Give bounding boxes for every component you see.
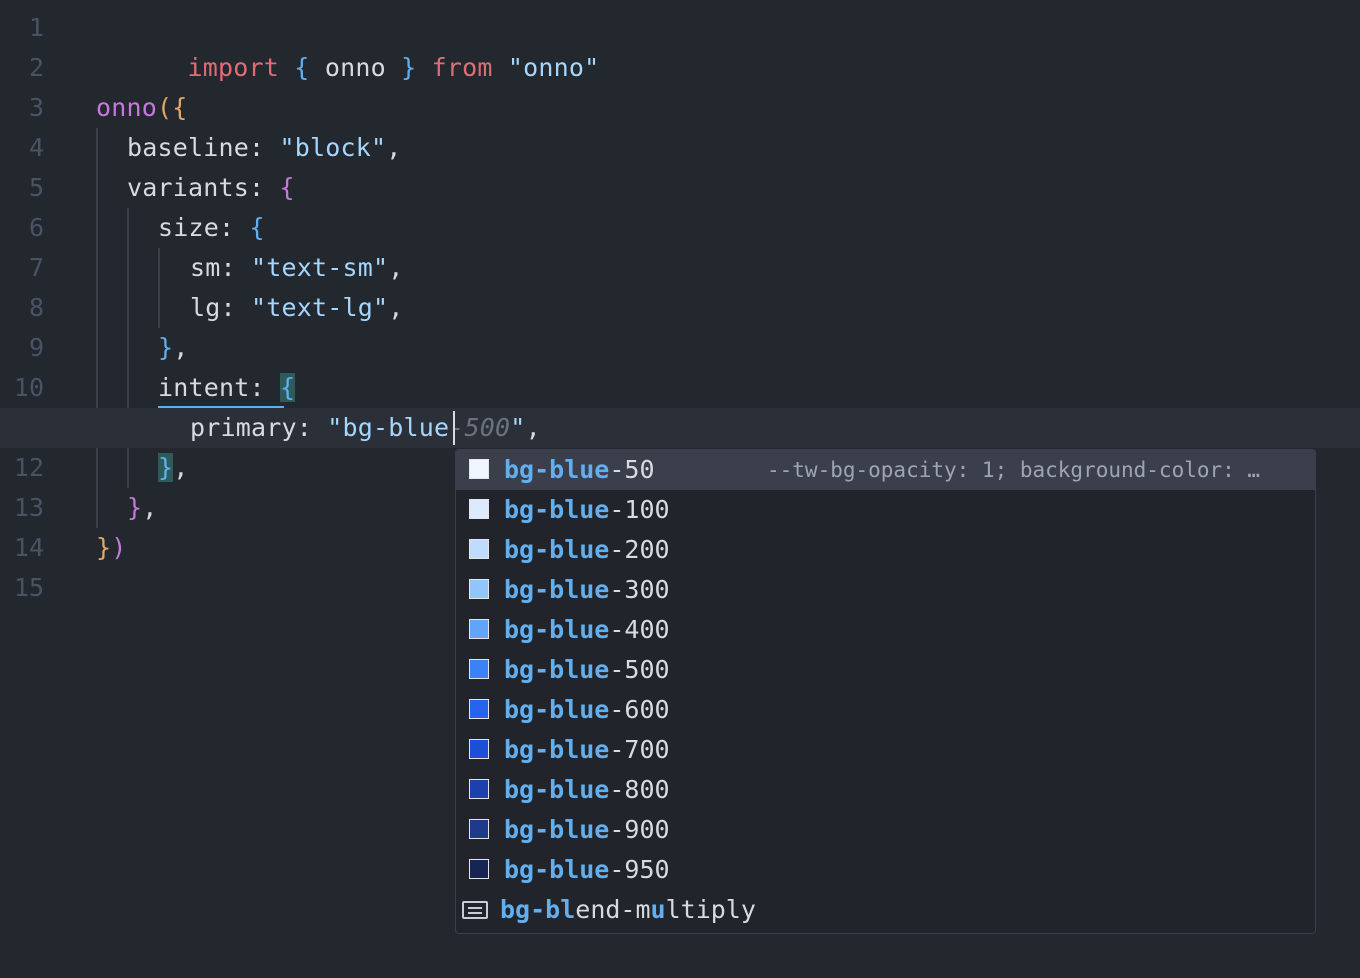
code-line[interactable]: sm: "text-sm", <box>0 248 1360 288</box>
completion-label: bg-blue-200 <box>504 535 670 564</box>
brace: { <box>294 53 310 82</box>
completion-detail: --tw-bg-opacity: 1; background-color: … <box>767 458 1261 482</box>
code-editor[interactable]: 123456789101112131415 import { onno } fr… <box>0 0 1360 978</box>
keyword-import: import <box>187 53 280 82</box>
color-swatch-icon <box>469 539 489 559</box>
completion-item[interactable]: bg-blue-400 <box>456 610 1315 650</box>
completion-label: bg-blend-multiply <box>500 895 756 924</box>
completion-item[interactable]: bg-blue-900 <box>456 810 1315 850</box>
brace: } <box>158 333 174 362</box>
comma: , <box>173 333 189 362</box>
completion-label: bg-blue-300 <box>504 575 670 604</box>
color-swatch-icon <box>469 739 489 759</box>
color-swatch-icon <box>469 699 489 719</box>
brace: { <box>279 173 295 202</box>
completion-label: bg-blue-600 <box>504 695 670 724</box>
inline-suggestion: -500 <box>449 413 511 442</box>
comma: , <box>142 493 158 522</box>
matched-brace: } <box>158 453 174 482</box>
completion-label: bg-blue-100 <box>504 495 670 524</box>
color-swatch-icon <box>469 499 489 519</box>
identifier: onno <box>309 53 402 82</box>
line-number: 15 <box>13 573 44 602</box>
property-key: primary: <box>190 413 328 442</box>
completion-label: bg-blue-800 <box>504 775 670 804</box>
brace: } <box>96 533 112 562</box>
property-key: size: <box>158 213 250 242</box>
color-swatch-icon <box>469 619 489 639</box>
property-key: baseline: <box>127 133 280 162</box>
brace: { <box>249 213 265 242</box>
code-line[interactable]: lg: "text-lg", <box>0 288 1360 328</box>
matched-brace: { <box>280 373 296 402</box>
completion-item[interactable]: bg-blue-200 <box>456 530 1315 570</box>
completion-item[interactable]: bg-blue-50 --tw-bg-opacity: 1; background… <box>456 450 1315 490</box>
module-string: "onno" <box>507 53 600 82</box>
code-line[interactable]: onno({ <box>0 88 1360 128</box>
comma: , <box>525 413 541 442</box>
comma: , <box>388 293 404 322</box>
keyword-from: from <box>431 53 493 82</box>
current-code-line[interactable]: primary: "bg-blue-500", <box>0 408 1360 448</box>
completion-item[interactable]: bg-blue-300 <box>456 570 1315 610</box>
color-swatch-icon <box>469 779 489 799</box>
comma: , <box>388 253 404 282</box>
typed-string: "bg-blue <box>327 413 450 442</box>
color-swatch-icon <box>469 459 489 479</box>
gutter-line: 15 <box>0 568 60 608</box>
completion-label: bg-blue-900 <box>504 815 670 844</box>
completion-item[interactable]: bg-blue-500 <box>456 650 1315 690</box>
completion-item[interactable]: bg-blue-600 <box>456 690 1315 730</box>
code-line[interactable]: intent: { <box>0 368 1360 408</box>
code-line[interactable]: baseline: "block", <box>0 128 1360 168</box>
string-value: "block" <box>279 133 387 162</box>
string-quote: " <box>510 413 526 442</box>
completion-item[interactable]: bg-blue-700 <box>456 730 1315 770</box>
property-key: variants: <box>127 173 280 202</box>
completion-label: bg-blue-500 <box>504 655 670 684</box>
brace: } <box>127 493 143 522</box>
paren: ) <box>111 533 127 562</box>
code-line[interactable]: import { onno } from "onno" <box>0 8 1360 82</box>
completion-label: bg-blue-950 <box>504 855 670 884</box>
completion-label: bg-blue-50 <box>504 455 655 484</box>
color-swatch-icon <box>469 819 489 839</box>
completion-item[interactable]: bg-blue-950 <box>456 850 1315 890</box>
brace: { <box>172 93 188 122</box>
color-swatch-icon <box>469 859 489 879</box>
completion-item[interactable]: bg-blue-100 <box>456 490 1315 530</box>
code-line[interactable]: variants: { <box>0 168 1360 208</box>
line-number: 2 <box>28 53 44 82</box>
completion-item[interactable]: bg-blue-800 <box>456 770 1315 810</box>
text-cursor <box>453 411 455 445</box>
completion-item-bg-blend-multiply[interactable]: bg-blend-multiply <box>456 890 1315 930</box>
code-line[interactable]: }, <box>0 328 1360 368</box>
property-key: lg: <box>190 293 252 322</box>
brace: } <box>401 53 417 82</box>
completion-label: bg-blue-700 <box>504 735 670 764</box>
color-swatch-icon <box>469 659 489 679</box>
gutter-line: 2 <box>0 48 60 88</box>
comma: , <box>386 133 402 162</box>
text-snippet-icon <box>462 901 488 919</box>
function-name: onno <box>96 93 158 122</box>
string-value: "text-sm" <box>251 253 389 282</box>
code-line[interactable]: size: { <box>0 208 1360 248</box>
property-key: intent: <box>158 373 281 402</box>
paren: ( <box>157 93 173 122</box>
color-swatch-icon <box>469 579 489 599</box>
comma: , <box>173 453 189 482</box>
string-value: "text-lg" <box>251 293 389 322</box>
autocomplete-popup[interactable]: bg-blue-50 --tw-bg-opacity: 1; background… <box>455 449 1316 934</box>
completion-label: bg-blue-400 <box>504 615 670 644</box>
property-key: sm: <box>190 253 252 282</box>
